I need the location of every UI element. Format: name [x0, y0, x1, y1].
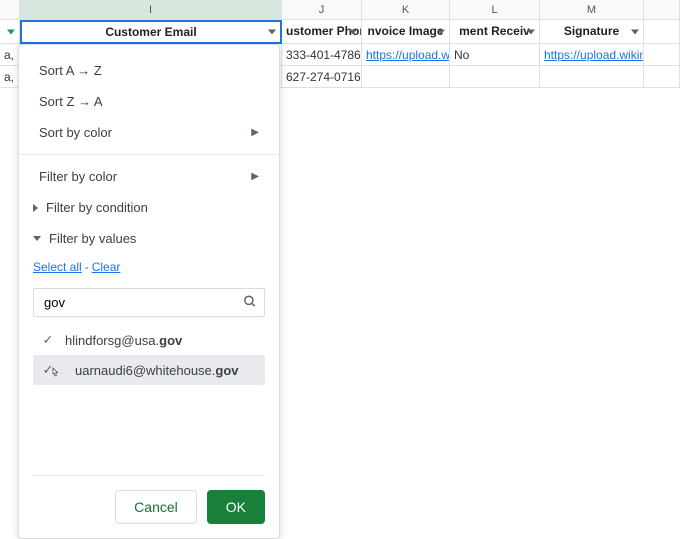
header-customer-phone[interactable]: ustomer Phor	[282, 20, 362, 44]
dash: -	[85, 260, 89, 274]
cell-rest	[644, 44, 680, 66]
value-text: uarnaudi6@whitehouse.gov	[75, 363, 239, 378]
menu-label: Filter by values	[49, 231, 136, 246]
cell-phone[interactable]: 627-274-0716	[282, 66, 362, 88]
cell-signature[interactable]: https://upload.wikimedia	[540, 44, 644, 66]
filter-icon[interactable]	[631, 29, 639, 34]
menu-label: Sort A → Z	[39, 63, 102, 78]
header-label: Signature	[564, 24, 619, 38]
submenu-arrow-icon: ▶	[251, 171, 259, 182]
colh-M[interactable]: M	[540, 0, 644, 20]
row-header-stub	[0, 20, 20, 44]
filter-icon[interactable]	[7, 29, 15, 34]
menu-separator	[19, 154, 279, 155]
submenu-arrow-icon: ▶	[251, 127, 259, 138]
cell-signature[interactable]	[540, 66, 644, 88]
filter-icon[interactable]	[437, 29, 445, 34]
header-signature[interactable]: Signature	[540, 20, 644, 44]
row-stub[interactable]: a,	[0, 66, 20, 88]
filter-icon[interactable]	[268, 30, 276, 35]
sort-by-color[interactable]: Sort by color ▶	[19, 117, 279, 148]
menu-label: Filter by color	[39, 169, 117, 184]
link[interactable]: https://upload.wi	[366, 48, 450, 62]
cell-invoice-image[interactable]	[362, 66, 450, 88]
clear-link[interactable]: Clear	[92, 260, 121, 274]
cell-payment-received[interactable]	[450, 66, 540, 88]
colh-I[interactable]: I	[20, 0, 282, 20]
colh-J[interactable]: J	[282, 0, 362, 20]
filter-value-item[interactable]: ✓ hlindforsg@usa.gov	[33, 325, 265, 355]
header-rest	[644, 20, 680, 44]
filter-value-item[interactable]: ✓ uarnaudi6@whitehouse.gov	[33, 355, 265, 385]
header-row: Customer Email ustomer Phor nvoice Image…	[0, 20, 680, 44]
filter-search-wrap	[33, 288, 265, 317]
filter-by-condition[interactable]: Filter by condition	[19, 192, 279, 223]
filter-by-values[interactable]: Filter by values	[19, 223, 279, 254]
colh-rest	[644, 0, 680, 20]
header-label: nvoice Image	[367, 24, 443, 38]
filter-value-list: ✓ hlindforsg@usa.gov ✓ uarnaudi6@whiteho…	[33, 325, 265, 476]
filter-search-input[interactable]	[33, 288, 265, 317]
cell-payment-received[interactable]: No	[450, 44, 540, 66]
colh-L[interactable]: L	[450, 0, 540, 20]
sort-z-a[interactable]: Sort Z → A	[19, 86, 279, 117]
header-invoice-image[interactable]: nvoice Image	[362, 20, 450, 44]
filter-icon[interactable]	[527, 29, 535, 34]
menu-label: Sort by color	[39, 125, 112, 140]
filter-by-color[interactable]: Filter by color ▶	[19, 161, 279, 192]
header-payment-received[interactable]: ment Receiv	[450, 20, 540, 44]
header-customer-email[interactable]: Customer Email	[20, 20, 282, 44]
sort-a-z[interactable]: Sort A → Z	[19, 55, 279, 86]
menu-label: Filter by condition	[46, 200, 148, 215]
link[interactable]: https://upload.wikimedia	[544, 48, 644, 62]
collapse-arrow-icon	[33, 204, 38, 212]
colh-blank	[0, 0, 20, 20]
select-clear-row: Select all-Clear	[19, 254, 279, 284]
ok-button[interactable]: OK	[207, 490, 265, 524]
column-letter-row: I J K L M	[0, 0, 680, 20]
colh-K[interactable]: K	[362, 0, 450, 20]
header-label: Customer Email	[105, 25, 196, 39]
filter-icon[interactable]	[349, 29, 357, 34]
value-text: hlindforsg@usa.gov	[65, 333, 182, 348]
filter-buttons: Cancel OK	[19, 476, 279, 526]
cursor-pointer-icon	[47, 366, 63, 382]
header-label: ment Receiv	[459, 24, 530, 38]
row-stub[interactable]: a,	[0, 44, 20, 66]
check-icon: ✓	[41, 332, 55, 348]
filter-menu: Sort A → Z Sort Z → A Sort by color ▶ Fi…	[18, 44, 280, 539]
cell-phone[interactable]: 333-401-4786	[282, 44, 362, 66]
cell-rest	[644, 66, 680, 88]
cell-invoice-image[interactable]: https://upload.wi	[362, 44, 450, 66]
search-icon	[243, 294, 257, 311]
cancel-button[interactable]: Cancel	[115, 490, 197, 524]
menu-label: Sort Z → A	[39, 94, 103, 109]
collapse-arrow-icon	[33, 236, 41, 241]
select-all-link[interactable]: Select all	[33, 260, 82, 274]
